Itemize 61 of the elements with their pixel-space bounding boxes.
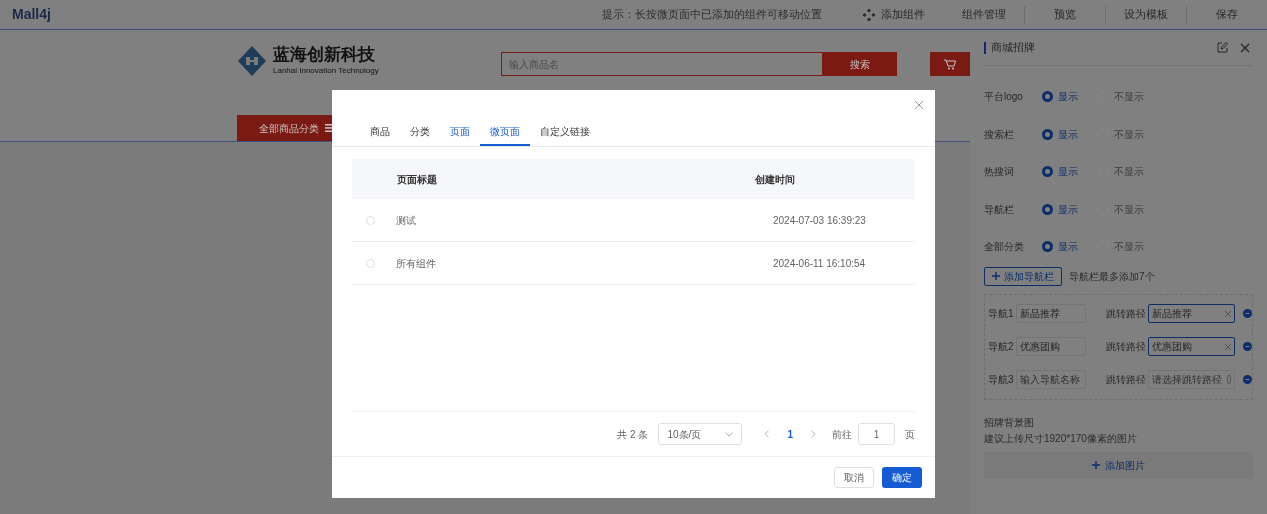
table-cell-text: 所有组件 xyxy=(396,256,437,271)
total-count: 共 2 条 xyxy=(617,427,649,442)
page-jump-field[interactable]: 1 xyxy=(858,423,895,445)
radio-label: 不显示 xyxy=(1114,202,1144,217)
brand-name: 蓝海创新科技 xyxy=(273,45,376,65)
brand-subtitle: Lanhai Innovation Technology xyxy=(273,65,379,77)
app-logo: Mall4j xyxy=(12,5,52,24)
hint-text: 导航栏最多添加7个 xyxy=(1069,269,1155,284)
radio-label: 显示 xyxy=(1058,165,1078,180)
radio-label: 不显示 xyxy=(1114,165,1144,180)
cancel-button[interactable]: 取消 xyxy=(834,467,874,488)
dialog-tab[interactable]: 自定义链接 xyxy=(530,119,600,146)
panel-title: 商城招牌 xyxy=(991,40,1036,56)
path-label: 跳转路径 xyxy=(1105,373,1147,387)
nav-name-field[interactable]: 新品推荐 xyxy=(1015,304,1086,323)
confirm-button[interactable]: 确定 xyxy=(882,467,922,488)
dialog-tab[interactable]: 微页面 xyxy=(480,119,530,146)
search-button[interactable]: 搜索 xyxy=(823,52,897,76)
section-title: 招牌背景图 xyxy=(984,415,1035,430)
table-cell-text: 2024-06-11 16:10:54 xyxy=(773,256,867,271)
radio-label: 显示 xyxy=(1058,90,1078,105)
add-component-button[interactable]: 添加组件 xyxy=(844,6,944,23)
toolbar-button[interactable]: 设为模板 xyxy=(1106,6,1186,23)
radio-label: 不显示 xyxy=(1114,127,1144,142)
toolbar-button[interactable]: 保存 xyxy=(1187,6,1267,23)
path-field[interactable]: 请选择跳转路径 xyxy=(1147,370,1236,389)
dialog-tab[interactable]: 页面 xyxy=(440,119,480,146)
nav-label: 导航1 xyxy=(988,307,1015,321)
toolbar-button[interactable]: 预览 xyxy=(1025,6,1105,23)
setting-label: 热搜词 xyxy=(984,165,1015,180)
page-size-select[interactable]: 10条/页 xyxy=(658,423,743,445)
page-number[interactable]: 1 xyxy=(779,426,801,442)
radio-label: 显示 xyxy=(1058,127,1078,142)
nav-name-field[interactable]: 优惠团购 xyxy=(1015,337,1086,356)
nav-label: 导航3 xyxy=(988,373,1015,387)
setting-label: 导航栏 xyxy=(984,202,1015,217)
radio-label: 不显示 xyxy=(1114,240,1144,255)
radio-label: 不显示 xyxy=(1114,90,1144,105)
add-image-button[interactable]: 添加图片 xyxy=(984,451,1253,479)
path-label: 跳转路径 xyxy=(1105,340,1147,354)
nav-name-field[interactable]: 输入导航名称 xyxy=(1015,370,1086,389)
toolbar-button[interactable]: 组件管理 xyxy=(944,6,1024,23)
column-header: 创建时间 xyxy=(755,172,796,187)
table-cell-text: 测试 xyxy=(396,213,417,228)
path-label: 跳转路径 xyxy=(1105,307,1147,321)
setting-label: 全部分类 xyxy=(984,240,1025,255)
setting-label: 平台logo xyxy=(984,90,1024,105)
goto-suffix: 页 xyxy=(905,427,915,442)
dialog-tab[interactable]: 分类 xyxy=(400,119,440,146)
setting-label: 搜索栏 xyxy=(984,127,1015,142)
nav-label: 导航2 xyxy=(988,340,1015,354)
table-cell-text: 2024-07-03 16:39:23 xyxy=(773,213,867,228)
path-field[interactable]: 优惠团购 xyxy=(1147,337,1236,356)
radio-label: 显示 xyxy=(1058,240,1078,255)
hint-text: 提示：长按微页面中已添加的组件可移动位置 xyxy=(602,7,822,23)
column-header: 页面标题 xyxy=(397,172,438,187)
radio-label: 显示 xyxy=(1058,202,1078,217)
goto-label: 前往 xyxy=(832,427,852,442)
dialog-tab[interactable]: 商品 xyxy=(360,119,400,146)
add-nav-button[interactable]: 添加导航栏 xyxy=(984,266,1062,286)
path-field[interactable]: 新品推荐 xyxy=(1147,304,1236,323)
